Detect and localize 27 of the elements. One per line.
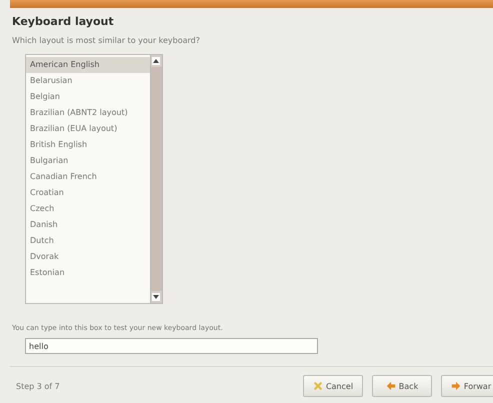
layout-item[interactable]: Dutch: [26, 233, 150, 249]
scroll-down-icon[interactable]: [152, 293, 160, 301]
layout-item[interactable]: British English: [26, 137, 150, 153]
layout-item[interactable]: Bulgarian: [26, 153, 150, 169]
back-button[interactable]: Back: [372, 375, 432, 397]
scroll-up-icon[interactable]: [152, 57, 160, 65]
cancel-icon: [312, 381, 323, 391]
question-text: Which layout is most similar to your keyboard?: [12, 36, 202, 45]
layout-item[interactable]: Estonian: [26, 265, 150, 281]
layout-item[interactable]: Belarusian: [26, 73, 150, 89]
layout-item[interactable]: Brazilian (EUA layout): [26, 121, 150, 137]
layout-item[interactable]: Dvorak: [26, 249, 150, 265]
step-indicator: Step 3 of 7: [16, 382, 60, 390]
back-arrow-icon: [386, 381, 396, 391]
forward-button[interactable]: Forwar: [441, 375, 493, 397]
forward-arrow-icon: [450, 381, 461, 391]
layout-item[interactable]: Danish: [26, 217, 150, 233]
layout-item[interactable]: Czech: [26, 201, 150, 217]
scrollbar[interactable]: [150, 55, 162, 303]
cancel-button[interactable]: Cancel: [303, 375, 363, 397]
test-input-field[interactable]: hello: [25, 338, 318, 354]
layout-item[interactable]: Belgian: [26, 89, 150, 105]
window-title: Keyboard layout: [12, 15, 115, 28]
layout-item[interactable]: Croatian: [26, 185, 150, 201]
layout-item[interactable]: Canadian French: [26, 169, 150, 185]
layout-item[interactable]: American English: [26, 57, 150, 73]
layout-item[interactable]: Brazilian (ABNT2 layout): [26, 105, 150, 121]
